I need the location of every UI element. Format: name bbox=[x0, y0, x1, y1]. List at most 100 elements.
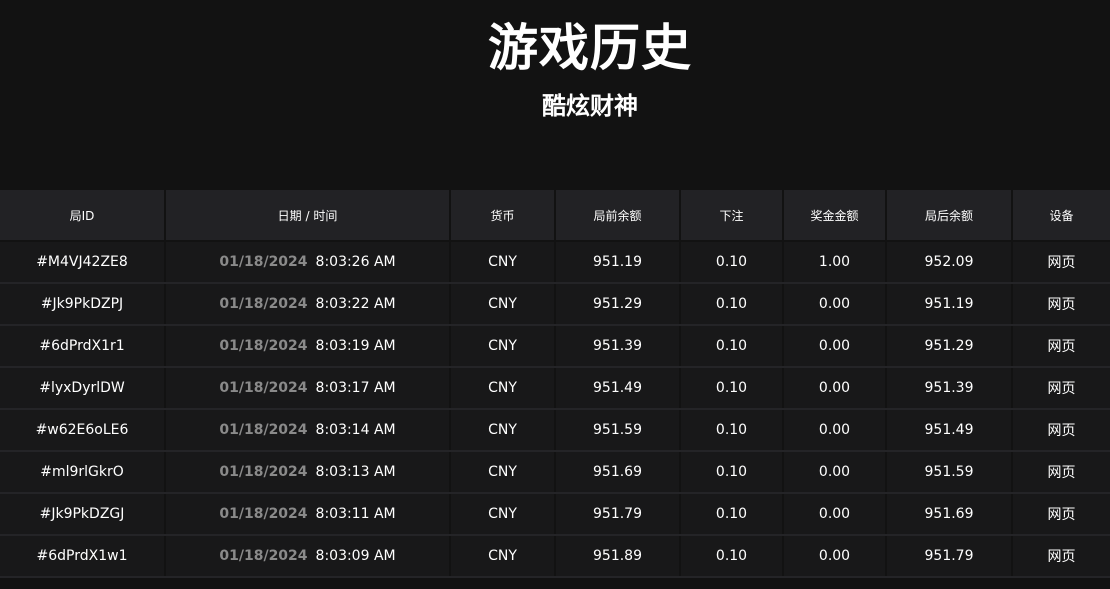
currency: CNY bbox=[450, 367, 556, 410]
balance-after: 951.79 bbox=[886, 535, 1013, 578]
date: 01/18/2024 bbox=[219, 254, 308, 270]
column-header-currency: 货币 bbox=[450, 190, 556, 242]
balance-after: 951.19 bbox=[886, 283, 1013, 326]
win-amount: 0.00 bbox=[783, 535, 887, 578]
device: 网页 bbox=[1012, 241, 1110, 284]
column-header-bet: 下注 bbox=[680, 190, 784, 242]
currency: CNY bbox=[450, 451, 556, 494]
table-row[interactable]: #6dPrdX1w1 01/18/2024 8:03:09 AM CNY 951.… bbox=[0, 535, 1110, 578]
table-header-row: 局ID 日期 / 时间 货币 局前余额 下注 奖金金额 局后余额 设备 bbox=[0, 190, 1110, 242]
datetime-cell: 01/18/2024 8:03:14 AM bbox=[165, 409, 451, 452]
win-amount: 0.00 bbox=[783, 493, 887, 536]
datetime-cell: 01/18/2024 8:03:22 AM bbox=[165, 283, 451, 326]
balance-before: 951.19 bbox=[555, 241, 681, 284]
currency: CNY bbox=[450, 283, 556, 326]
balance-after: 951.49 bbox=[886, 409, 1013, 452]
column-header-win: 奖金金额 bbox=[783, 190, 887, 242]
datetime-cell: 01/18/2024 8:03:13 AM bbox=[165, 451, 451, 494]
page-header: 游戏历史 酷炫财神 bbox=[0, 0, 1110, 190]
device: 网页 bbox=[1012, 493, 1110, 536]
page-title: 游戏历史 bbox=[488, 19, 692, 77]
balance-before: 951.69 bbox=[555, 451, 681, 494]
bet: 0.10 bbox=[680, 241, 784, 284]
device: 网页 bbox=[1012, 409, 1110, 452]
device: 网页 bbox=[1012, 451, 1110, 494]
time: 8:03:19 AM bbox=[315, 338, 396, 354]
time: 8:03:22 AM bbox=[315, 296, 396, 312]
column-header-round-id: 局ID bbox=[0, 190, 166, 242]
balance-before: 951.79 bbox=[555, 493, 681, 536]
currency: CNY bbox=[450, 241, 556, 284]
datetime-cell: 01/18/2024 8:03:19 AM bbox=[165, 325, 451, 368]
win-amount: 1.00 bbox=[783, 241, 887, 284]
balance-after: 951.69 bbox=[886, 493, 1013, 536]
time: 8:03:26 AM bbox=[315, 254, 396, 270]
win-amount: 0.00 bbox=[783, 367, 887, 410]
column-header-device: 设备 bbox=[1012, 190, 1110, 242]
table-row[interactable]: #Jk9PkDZGJ 01/18/2024 8:03:11 AM CNY 951.… bbox=[0, 493, 1110, 536]
round-id[interactable]: #w62E6oLE6 bbox=[0, 409, 166, 452]
currency: CNY bbox=[450, 535, 556, 578]
bet: 0.10 bbox=[680, 535, 784, 578]
currency: CNY bbox=[450, 409, 556, 452]
balance-before: 951.89 bbox=[555, 535, 681, 578]
time: 8:03:11 AM bbox=[315, 506, 396, 522]
currency: CNY bbox=[450, 325, 556, 368]
table-row[interactable]: #6dPrdX1r1 01/18/2024 8:03:19 AM CNY 951.… bbox=[0, 325, 1110, 368]
datetime-cell: 01/18/2024 8:03:17 AM bbox=[165, 367, 451, 410]
date: 01/18/2024 bbox=[219, 296, 308, 312]
balance-after: 951.29 bbox=[886, 325, 1013, 368]
column-header-balance-after: 局后余额 bbox=[886, 190, 1013, 242]
time: 8:03:09 AM bbox=[315, 548, 396, 564]
game-name: 酷炫财神 bbox=[542, 92, 638, 120]
round-id[interactable]: #Jk9PkDZGJ bbox=[0, 493, 166, 536]
round-id[interactable]: #ml9rlGkrO bbox=[0, 451, 166, 494]
table-row[interactable]: #lyxDyrlDW 01/18/2024 8:03:17 AM CNY 951.… bbox=[0, 367, 1110, 410]
bet: 0.10 bbox=[680, 325, 784, 368]
balance-after: 951.59 bbox=[886, 451, 1013, 494]
round-id[interactable]: #6dPrdX1w1 bbox=[0, 535, 166, 578]
balance-before: 951.39 bbox=[555, 325, 681, 368]
column-header-balance-before: 局前余额 bbox=[555, 190, 681, 242]
balance-before: 951.59 bbox=[555, 409, 681, 452]
bet: 0.10 bbox=[680, 367, 784, 410]
win-amount: 0.00 bbox=[783, 283, 887, 326]
table-row[interactable]: #ml9rlGkrO 01/18/2024 8:03:13 AM CNY 951.… bbox=[0, 451, 1110, 494]
datetime-cell: 01/18/2024 8:03:11 AM bbox=[165, 493, 451, 536]
win-amount: 0.00 bbox=[783, 325, 887, 368]
bet: 0.10 bbox=[680, 493, 784, 536]
balance-after: 951.39 bbox=[886, 367, 1013, 410]
device: 网页 bbox=[1012, 325, 1110, 368]
win-amount: 0.00 bbox=[783, 409, 887, 452]
win-amount: 0.00 bbox=[783, 451, 887, 494]
date: 01/18/2024 bbox=[219, 338, 308, 354]
device: 网页 bbox=[1012, 367, 1110, 410]
bet: 0.10 bbox=[680, 283, 784, 326]
date: 01/18/2024 bbox=[219, 464, 308, 480]
date: 01/18/2024 bbox=[219, 422, 308, 438]
date: 01/18/2024 bbox=[219, 380, 308, 396]
round-id[interactable]: #6dPrdX1r1 bbox=[0, 325, 166, 368]
balance-before: 951.49 bbox=[555, 367, 681, 410]
table-row[interactable]: #M4VJ42ZE8 01/18/2024 8:03:26 AM CNY 951.… bbox=[0, 241, 1110, 284]
currency: CNY bbox=[450, 493, 556, 536]
round-id[interactable]: #lyxDyrlDW bbox=[0, 367, 166, 410]
datetime-cell: 01/18/2024 8:03:26 AM bbox=[165, 241, 451, 284]
device: 网页 bbox=[1012, 535, 1110, 578]
date: 01/18/2024 bbox=[219, 506, 308, 522]
table-row[interactable]: #Jk9PkDZPJ 01/18/2024 8:03:22 AM CNY 951.… bbox=[0, 283, 1110, 326]
datetime-cell: 01/18/2024 8:03:09 AM bbox=[165, 535, 451, 578]
round-id[interactable]: #Jk9PkDZPJ bbox=[0, 283, 166, 326]
balance-before: 951.29 bbox=[555, 283, 681, 326]
bet: 0.10 bbox=[680, 451, 784, 494]
device: 网页 bbox=[1012, 283, 1110, 326]
history-table: 局ID 日期 / 时间 货币 局前余额 下注 奖金金额 局后余额 设备 #M4V… bbox=[0, 190, 1110, 578]
time: 8:03:13 AM bbox=[315, 464, 396, 480]
bet: 0.10 bbox=[680, 409, 784, 452]
round-id[interactable]: #M4VJ42ZE8 bbox=[0, 241, 166, 284]
date: 01/18/2024 bbox=[219, 548, 308, 564]
time: 8:03:17 AM bbox=[315, 380, 396, 396]
column-header-datetime: 日期 / 时间 bbox=[165, 190, 451, 242]
table-row[interactable]: #w62E6oLE6 01/18/2024 8:03:14 AM CNY 951.… bbox=[0, 409, 1110, 452]
time: 8:03:14 AM bbox=[315, 422, 396, 438]
